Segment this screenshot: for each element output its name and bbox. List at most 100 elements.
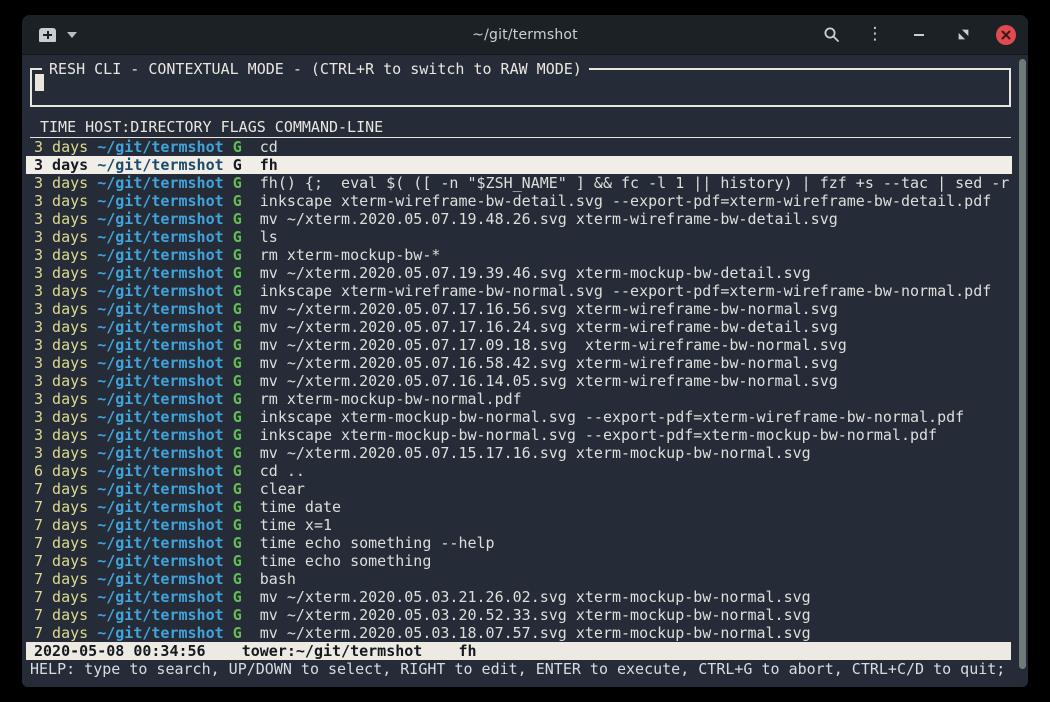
history-row[interactable]: 3 days ~/git/termshot G mv ~/xterm.2020.… bbox=[26, 354, 1012, 372]
new-tab-icon bbox=[39, 28, 56, 42]
directory-cell: ~/git/termshot bbox=[97, 444, 223, 462]
command-cell: rm xterm-mockup-bw-* bbox=[260, 246, 441, 264]
history-row[interactable]: 3 days ~/git/termshot G inkscape xterm-w… bbox=[26, 192, 1012, 210]
history-row[interactable]: 7 days ~/git/termshot G clear bbox=[26, 480, 1012, 498]
command-cell: mv ~/xterm.2020.05.07.17.09.18.svg xterm… bbox=[260, 336, 847, 354]
history-row[interactable]: 3 days ~/git/termshot G inkscape xterm-m… bbox=[26, 426, 1012, 444]
history-row[interactable]: 3 days ~/git/termshot G fh bbox=[26, 156, 1012, 174]
flags-cell: G bbox=[233, 336, 242, 354]
flags-cell: G bbox=[233, 300, 242, 318]
command-cell: cd bbox=[260, 138, 278, 156]
directory-cell: ~/git/termshot bbox=[97, 390, 223, 408]
flags-cell: G bbox=[233, 174, 242, 192]
history-row[interactable]: 3 days ~/git/termshot G mv ~/xterm.2020.… bbox=[26, 372, 1012, 390]
history-row[interactable]: 7 days ~/git/termshot G time x=1 bbox=[26, 516, 1012, 534]
command-cell: mv ~/xterm.2020.05.03.20.52.33.svg xterm… bbox=[260, 606, 811, 624]
history-row[interactable]: 6 days ~/git/termshot G cd .. bbox=[26, 462, 1012, 480]
history-row[interactable]: 3 days ~/git/termshot G mv ~/xterm.2020.… bbox=[26, 210, 1012, 228]
history-row[interactable]: 3 days ~/git/termshot G mv ~/xterm.2020.… bbox=[26, 318, 1012, 336]
command-cell: time x=1 bbox=[260, 516, 332, 534]
history-row[interactable]: 7 days ~/git/termshot G bash bbox=[26, 570, 1012, 588]
time-cell: 3 days bbox=[34, 336, 88, 354]
time-cell: 3 days bbox=[34, 372, 88, 390]
new-tab-button[interactable] bbox=[34, 25, 61, 45]
history-row[interactable]: 3 days ~/git/termshot G mv ~/xterm.2020.… bbox=[26, 300, 1012, 318]
history-row[interactable]: 3 days ~/git/termshot G ls bbox=[26, 228, 1012, 246]
close-icon bbox=[1001, 30, 1011, 40]
history-row[interactable]: 7 days ~/git/termshot G mv ~/xterm.2020.… bbox=[26, 624, 1012, 642]
minimize-button[interactable] bbox=[908, 24, 930, 46]
history-row[interactable]: 7 days ~/git/termshot G time date bbox=[26, 498, 1012, 516]
history-row[interactable]: 7 days ~/git/termshot G time echo someth… bbox=[26, 534, 1012, 552]
time-cell: 7 days bbox=[34, 534, 88, 552]
command-cell: mv ~/xterm.2020.05.07.16.14.05.svg xterm… bbox=[260, 372, 838, 390]
directory-cell: ~/git/termshot bbox=[97, 210, 223, 228]
directory-cell: ~/git/termshot bbox=[97, 336, 223, 354]
kebab-icon: ⋮ bbox=[867, 26, 884, 43]
time-cell: 3 days bbox=[34, 138, 88, 156]
flags-cell: G bbox=[233, 498, 242, 516]
command-cell: cd .. bbox=[260, 462, 305, 480]
resh-mode-title: RESH CLI - CONTEXTUAL MODE - (CTRL+R to … bbox=[42, 60, 589, 78]
menu-button[interactable]: ⋮ bbox=[864, 24, 886, 46]
restore-button[interactable] bbox=[952, 24, 974, 46]
directory-cell: ~/git/termshot bbox=[97, 552, 223, 570]
command-cell: fh bbox=[260, 156, 278, 174]
close-button[interactable] bbox=[996, 25, 1016, 45]
search-icon bbox=[823, 26, 840, 43]
flags-cell: G bbox=[233, 552, 242, 570]
history-row[interactable]: 7 days ~/git/termshot G time echo someth… bbox=[26, 552, 1012, 570]
status-datetime: 2020-05-08 00:34:56 bbox=[34, 642, 206, 660]
command-cell: rm xterm-mockup-bw-normal.pdf bbox=[260, 390, 522, 408]
command-cell: time echo something bbox=[260, 552, 432, 570]
history-row[interactable]: 3 days ~/git/termshot G rm xterm-mockup-… bbox=[26, 390, 1012, 408]
flags-cell: G bbox=[233, 372, 242, 390]
minimize-icon bbox=[914, 34, 924, 36]
time-cell: 7 days bbox=[34, 480, 88, 498]
directory-cell: ~/git/termshot bbox=[97, 300, 223, 318]
flags-cell: G bbox=[233, 354, 242, 372]
directory-cell: ~/git/termshot bbox=[97, 138, 223, 156]
command-cell: inkscape xterm-wireframe-bw-detail.svg -… bbox=[260, 192, 992, 210]
history-row[interactable]: 7 days ~/git/termshot G mv ~/xterm.2020.… bbox=[26, 588, 1012, 606]
flags-cell: G bbox=[233, 264, 242, 282]
titlebar[interactable]: ~/git/termshot ⋮ bbox=[22, 15, 1028, 55]
history-row[interactable]: 3 days ~/git/termshot G mv ~/xterm.2020.… bbox=[26, 264, 1012, 282]
flags-cell: G bbox=[233, 156, 242, 174]
time-cell: 7 days bbox=[34, 606, 88, 624]
command-cell: mv ~/xterm.2020.05.07.17.16.24.svg xterm… bbox=[260, 318, 838, 336]
history-row[interactable]: 3 days ~/git/termshot G inkscape xterm-w… bbox=[26, 282, 1012, 300]
history-row[interactable]: 3 days ~/git/termshot G rm xterm-mockup-… bbox=[26, 246, 1012, 264]
history-row[interactable]: 3 days ~/git/termshot G cd bbox=[26, 138, 1012, 156]
flags-cell: G bbox=[233, 138, 242, 156]
command-cell: mv ~/xterm.2020.05.07.15.17.16.svg xterm… bbox=[260, 444, 811, 462]
time-cell: 3 days bbox=[34, 210, 88, 228]
scrollbar-thumb[interactable] bbox=[1019, 59, 1026, 669]
history-table-header: TIME HOST:DIRECTORY FLAGS COMMAND-LINE bbox=[30, 118, 1011, 138]
flags-cell: G bbox=[233, 408, 242, 426]
history-rows: 3 days ~/git/termshot G cd3 days ~/git/t… bbox=[26, 138, 1012, 642]
flags-cell: G bbox=[233, 534, 242, 552]
flags-cell: G bbox=[233, 318, 242, 336]
restore-icon bbox=[957, 28, 970, 41]
command-cell: bash bbox=[260, 570, 296, 588]
history-row[interactable]: 7 days ~/git/termshot G mv ~/xterm.2020.… bbox=[26, 606, 1012, 624]
history-row[interactable]: 3 days ~/git/termshot G fh() {; eval $( … bbox=[26, 174, 1012, 192]
titlebar-left bbox=[34, 25, 254, 45]
time-cell: 3 days bbox=[34, 354, 88, 372]
resh-search-input[interactable]: RESH CLI - CONTEXTUAL MODE - (CTRL+R to … bbox=[30, 68, 1011, 107]
flags-cell: G bbox=[233, 426, 242, 444]
command-cell: mv ~/xterm.2020.05.07.17.16.56.svg xterm… bbox=[260, 300, 838, 318]
directory-cell: ~/git/termshot bbox=[97, 498, 223, 516]
chevron-down-icon[interactable] bbox=[67, 32, 77, 38]
history-row[interactable]: 3 days ~/git/termshot G inkscape xterm-m… bbox=[26, 408, 1012, 426]
history-row[interactable]: 3 days ~/git/termshot G mv ~/xterm.2020.… bbox=[26, 444, 1012, 462]
command-cell: mv ~/xterm.2020.05.03.21.26.02.svg xterm… bbox=[260, 588, 811, 606]
history-row[interactable]: 3 days ~/git/termshot G mv ~/xterm.2020.… bbox=[26, 336, 1012, 354]
search-button[interactable] bbox=[820, 24, 842, 46]
directory-cell: ~/git/termshot bbox=[97, 588, 223, 606]
status-bar: 2020-05-08 00:34:56 tower:~/git/termshot… bbox=[26, 642, 1011, 660]
directory-cell: ~/git/termshot bbox=[97, 606, 223, 624]
time-cell: 3 days bbox=[34, 426, 88, 444]
time-cell: 3 days bbox=[34, 174, 88, 192]
